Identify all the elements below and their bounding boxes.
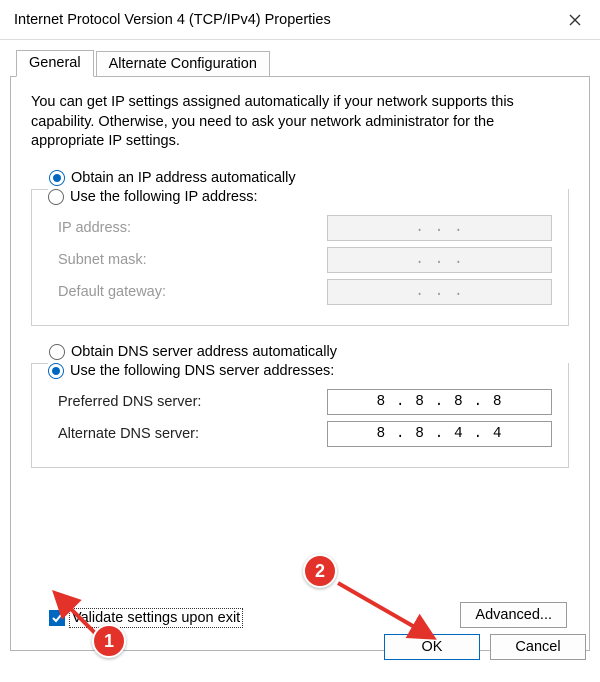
- radio-ip-auto-label: Obtain an IP address automatically: [71, 170, 296, 186]
- preferred-dns-label: Preferred DNS server:: [58, 394, 201, 410]
- alternate-dns-input[interactable]: 8 . 8 . 4 . 4: [327, 421, 552, 447]
- annotation-arrow-2: [332, 577, 442, 643]
- ip-address-label: IP address:: [58, 220, 131, 236]
- cancel-button-label: Cancel: [515, 639, 560, 655]
- radio-ip-manual[interactable]: [48, 189, 64, 205]
- dns-manual-row[interactable]: Use the following DNS server addresses:: [48, 363, 342, 379]
- radio-ip-manual-label: Use the following IP address:: [70, 189, 258, 205]
- advanced-button-label: Advanced...: [475, 607, 552, 623]
- annotation-badge-1: 1: [92, 624, 126, 658]
- dns-manual-group: Use the following DNS server addresses: …: [31, 363, 569, 468]
- radio-dns-manual[interactable]: [48, 363, 64, 379]
- window-title: Internet Protocol Version 4 (TCP/IPv4) P…: [14, 12, 331, 28]
- tab-strip: General Alternate Configuration: [10, 50, 590, 77]
- dns-auto-row[interactable]: Obtain DNS server address automatically: [49, 344, 569, 360]
- alternate-dns-row: Alternate DNS server: 8 . 8 . 4 . 4: [58, 421, 552, 447]
- gateway-input: . . .: [327, 279, 552, 305]
- alternate-dns-label: Alternate DNS server:: [58, 426, 199, 442]
- radio-dns-auto[interactable]: [49, 344, 65, 360]
- advanced-button[interactable]: Advanced...: [460, 602, 567, 628]
- annotation-badge-1-text: 1: [104, 631, 114, 652]
- preferred-dns-row: Preferred DNS server: 8 . 8 . 8 . 8: [58, 389, 552, 415]
- radio-dns-manual-label: Use the following DNS server addresses:: [70, 363, 334, 379]
- tab-alternate-label: Alternate Configuration: [109, 56, 257, 72]
- cancel-button[interactable]: Cancel: [490, 634, 586, 660]
- titlebar: Internet Protocol Version 4 (TCP/IPv4) P…: [0, 0, 600, 40]
- window-body: General Alternate Configuration You can …: [0, 40, 600, 670]
- preferred-dns-input[interactable]: 8 . 8 . 8 . 8: [327, 389, 552, 415]
- annotation-badge-2: 2: [303, 554, 337, 588]
- ip-address-input: . . .: [327, 215, 552, 241]
- tab-general-label: General: [29, 55, 81, 71]
- radio-dns-auto-label: Obtain DNS server address automatically: [71, 344, 337, 360]
- ip-manual-group: Use the following IP address: IP address…: [31, 189, 569, 326]
- subnet-row: Subnet mask: . . .: [58, 247, 552, 273]
- tab-panel-general: You can get IP settings assigned automat…: [10, 76, 590, 651]
- intro-text: You can get IP settings assigned automat…: [31, 93, 569, 152]
- radio-ip-auto[interactable]: [49, 170, 65, 186]
- ip-manual-row[interactable]: Use the following IP address:: [48, 189, 266, 205]
- ip-address-row: IP address: . . .: [58, 215, 552, 241]
- gateway-label: Default gateway:: [58, 284, 166, 300]
- gateway-row: Default gateway: . . .: [58, 279, 552, 305]
- tab-alternate[interactable]: Alternate Configuration: [96, 51, 270, 77]
- annotation-badge-2-text: 2: [315, 561, 325, 582]
- close-icon: [569, 14, 581, 26]
- tab-general[interactable]: General: [16, 50, 94, 77]
- close-button[interactable]: [550, 0, 600, 40]
- ip-auto-row[interactable]: Obtain an IP address automatically: [49, 170, 569, 186]
- subnet-label: Subnet mask:: [58, 252, 147, 268]
- subnet-input: . . .: [327, 247, 552, 273]
